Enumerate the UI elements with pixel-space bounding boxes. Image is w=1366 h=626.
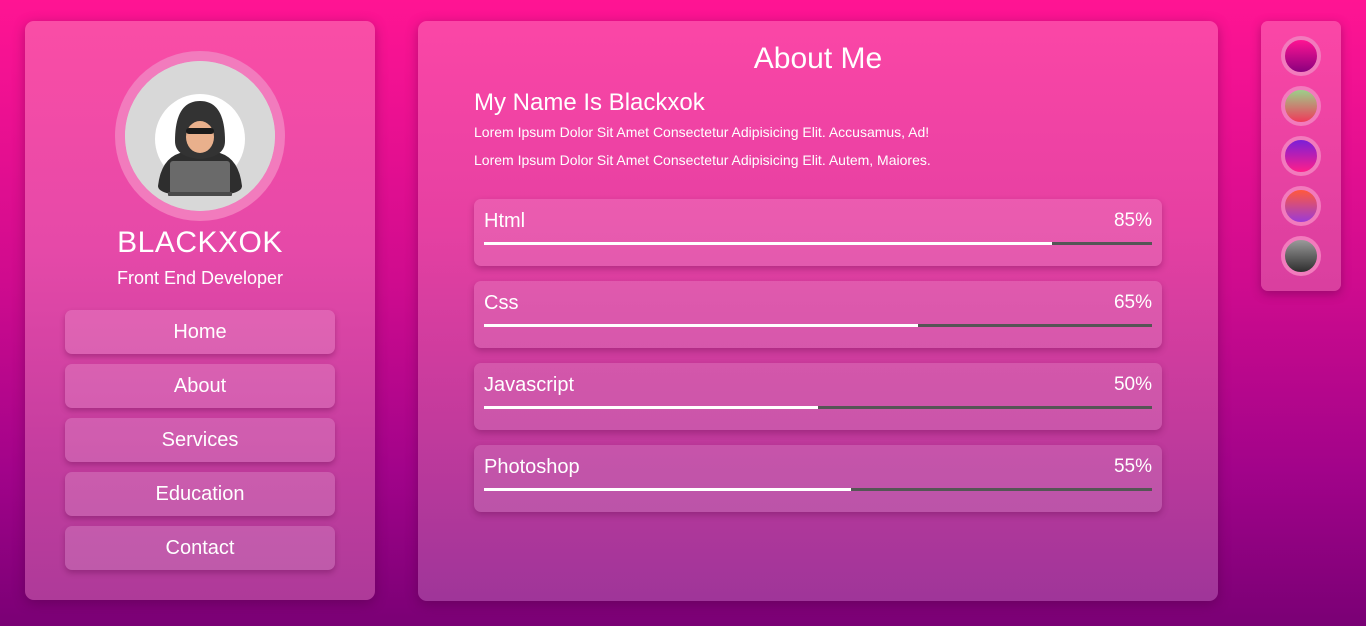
theme-palette <box>1261 21 1341 291</box>
skill-css: Css 65% <box>474 281 1162 348</box>
nav-contact-button[interactable]: Contact <box>65 526 335 570</box>
skill-name: Html <box>484 210 526 232</box>
skill-progress-fill <box>484 324 919 327</box>
skill-percent: 55% <box>1113 456 1152 477</box>
about-paragraph: Lorem Ipsum Dolor Sit Amet Consectetur A… <box>474 124 930 140</box>
skill-percent: 85% <box>1113 210 1152 231</box>
skill-percent: 65% <box>1113 292 1152 313</box>
hacker-avatar-icon <box>125 61 275 211</box>
theme-swatch-purple-pink[interactable] <box>1281 136 1321 176</box>
skill-name: Css <box>484 292 519 314</box>
skill-photoshop: Photoshop 55% <box>474 445 1162 512</box>
about-subtitle: My Name Is Blackxok <box>474 89 705 116</box>
theme-swatch-green-red[interactable] <box>1281 86 1321 126</box>
about-paragraph: Lorem Ipsum Dolor Sit Amet Consectetur A… <box>474 152 931 168</box>
skill-name: Javascript <box>484 374 575 396</box>
skill-html: Html 85% <box>474 199 1162 266</box>
skill-progress-fill <box>484 242 1052 245</box>
nav-home-button[interactable]: Home <box>65 310 335 354</box>
about-card: About Me My Name Is Blackxok Lorem Ipsum… <box>418 21 1218 601</box>
theme-swatch-pink[interactable] <box>1281 36 1321 76</box>
nav-education-button[interactable]: Education <box>65 472 335 516</box>
skill-javascript: Javascript 50% <box>474 363 1162 430</box>
nav-about-button[interactable]: About <box>65 364 335 408</box>
skill-progress-track <box>484 242 1152 245</box>
avatar <box>115 51 285 221</box>
skill-progress-fill <box>484 406 818 409</box>
skill-percent: 50% <box>1113 374 1152 395</box>
profile-card: BLACKXOK Front End Developer Home About … <box>25 21 375 600</box>
skill-progress-track <box>484 406 1152 409</box>
skill-progress-track <box>484 324 1152 327</box>
page-title: About Me <box>753 42 883 75</box>
skill-progress-fill <box>484 488 852 491</box>
theme-swatch-gray[interactable] <box>1281 236 1321 276</box>
theme-swatch-orange-purple[interactable] <box>1281 186 1321 226</box>
profile-role: Front End Developer <box>116 268 284 288</box>
skills-list: Html 85% Css 65% Javascript 50% Photosho… <box>474 199 1162 527</box>
sidebar-nav: Home About Services Education Contact <box>65 310 335 580</box>
skill-name: Photoshop <box>484 456 580 478</box>
skill-progress-track <box>484 488 1152 491</box>
profile-name: BLACKXOK <box>117 226 283 259</box>
nav-services-button[interactable]: Services <box>65 418 335 462</box>
